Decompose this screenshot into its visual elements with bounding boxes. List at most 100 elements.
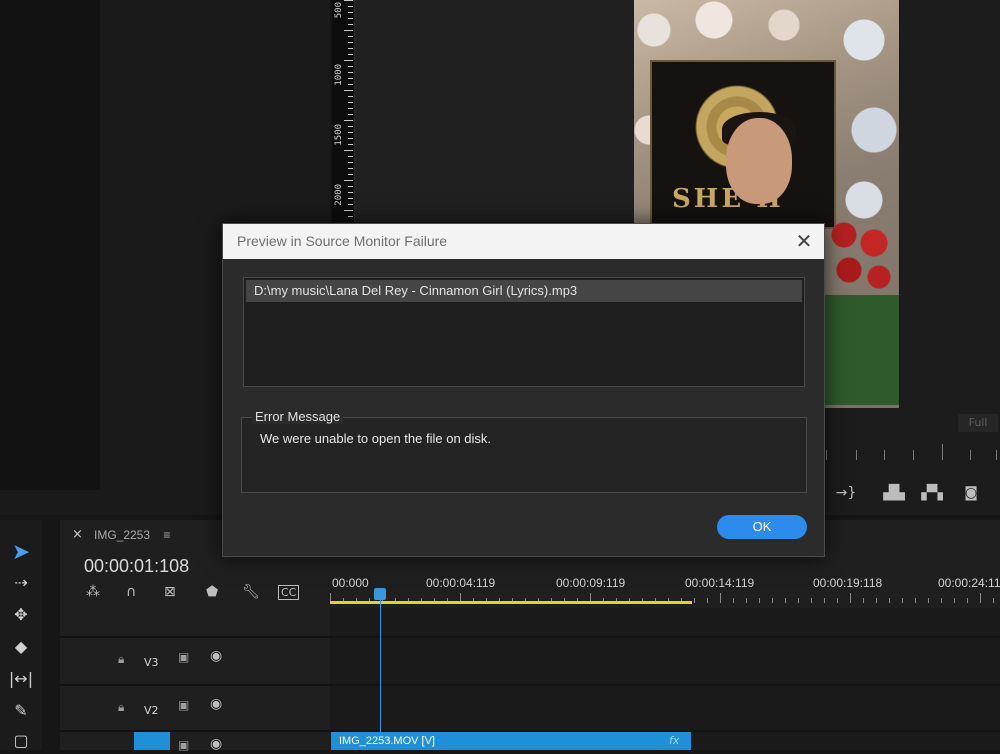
program-tick [856, 450, 857, 460]
timeline-tick [798, 598, 799, 603]
ruler-tick [344, 120, 353, 121]
ruler-time: 00:00:09:119 [556, 576, 626, 590]
ruler-label-1500: 1500 [334, 124, 344, 146]
lift-icon[interactable]: ▟▙ [883, 483, 905, 503]
ruler-tick [344, 180, 353, 181]
sequence-tab[interactable]: IMG_2253 ≡ [94, 528, 170, 542]
timeline-tick [889, 598, 890, 603]
snap-magnet-icon[interactable]: ∩ [126, 584, 136, 600]
track-target-v1[interactable] [134, 732, 170, 750]
ruler-tick [348, 126, 353, 127]
error-text: We were unable to open the file on disk. [260, 431, 492, 446]
ruler-tick [344, 90, 353, 91]
close-sequence-icon[interactable]: × [72, 527, 83, 542]
ruler-tick [348, 216, 353, 217]
timeline-tick [811, 598, 812, 603]
program-tick [996, 450, 997, 460]
lock-icon[interactable]: 🔒︎ [118, 652, 124, 667]
ruler-time: 00:000 [332, 576, 369, 590]
program-tick [942, 444, 943, 460]
error-heading: Error Message [252, 409, 344, 424]
timeline-tick [694, 598, 695, 603]
timeline-tick [759, 598, 760, 603]
ruler-tick [348, 132, 353, 133]
ruler-tick [348, 144, 353, 145]
sync-lock-icon[interactable]: ▣ [178, 650, 189, 664]
playhead-line[interactable] [380, 600, 381, 750]
failed-file-list[interactable]: D:\my music\Lana Del Rey - Cinnamon Girl… [243, 277, 805, 387]
playhead-timecode[interactable]: 00:00:01:108 [84, 556, 189, 577]
ruler-tick [348, 6, 353, 7]
ruler-tick [348, 84, 353, 85]
selection-arrow-icon[interactable]: ➤ [7, 540, 35, 566]
ruler-tick [348, 66, 353, 67]
dialog-titlebar[interactable]: Preview in Source Monitor Failure ✕ [223, 224, 824, 259]
ruler-label-2000: 2000 [334, 184, 344, 206]
list-item[interactable]: D:\my music\Lana Del Rey - Cinnamon Girl… [246, 280, 802, 302]
work-area-bar[interactable] [330, 601, 692, 604]
ruler-time: 00:00:14:119 [685, 576, 755, 590]
timeline-tick [980, 593, 981, 603]
ruler-tick [344, 210, 353, 211]
tools-panel: ➤ ⇢ ✥ ◆ |↔| ✎ ▢ [0, 520, 42, 750]
ruler-label-500: 500 [334, 2, 344, 19]
zoom-level-dropdown[interactable]: Full [958, 414, 998, 432]
timeline-tick [785, 598, 786, 603]
ruler-tick [348, 204, 353, 205]
ruler-tick [348, 18, 353, 19]
timeline-tick [850, 593, 851, 603]
razor-icon[interactable]: ◆ [7, 634, 35, 660]
nest-icon[interactable]: ⁂ [86, 584, 100, 600]
vertical-ruler: 500 1000 1500 2000 [332, 0, 355, 222]
add-marker-icon[interactable]: ⬟ [206, 584, 218, 600]
fx-badge-icon[interactable]: fx [669, 734, 679, 747]
sync-lock-icon[interactable]: ▣ [178, 698, 189, 712]
track-area[interactable] [330, 608, 1000, 750]
video-clip[interactable]: IMG_2253.MOV [V] fx [331, 732, 691, 750]
error-dialog: Preview in Source Monitor Failure ✕ D:\m… [222, 223, 825, 557]
track-name: V3 [144, 656, 159, 669]
ruler-tick [348, 78, 353, 79]
timeline-tick [993, 598, 994, 603]
eye-icon[interactable]: ◉ [210, 696, 222, 712]
close-icon[interactable]: ✕ [791, 228, 817, 254]
pen-icon[interactable]: ✎ [7, 698, 35, 724]
timeline-tick [954, 598, 955, 603]
error-message-group: Error Message We were unable to open the… [241, 409, 807, 493]
camera-icon[interactable]: ◙ [960, 483, 982, 503]
track-header-v3: 🔒︎ V3 ▣ ◉ [60, 638, 330, 684]
linked-selection-icon[interactable]: ⊠ [164, 584, 176, 600]
ok-button[interactable]: OK [717, 515, 807, 539]
rectangle-icon[interactable]: ▢ [7, 728, 35, 754]
ruler-tick [348, 96, 353, 97]
eye-icon[interactable]: ◉ [210, 648, 222, 664]
project-panel-strip [0, 0, 100, 490]
extract-icon[interactable]: ▞▚ [921, 483, 943, 503]
timeline-tick [707, 598, 708, 603]
ruler-time: 00:00:04:119 [426, 576, 496, 590]
time-ruler[interactable]: 00:000 00:00:04:119 00:00:09:119 00:00:1… [330, 576, 1000, 606]
insert-icon[interactable]: →} [835, 483, 857, 503]
wrench-icon[interactable]: 🔧︎ [242, 584, 260, 600]
ruler-tick [348, 72, 353, 73]
timeline-tick [720, 593, 721, 603]
ruler-time: 00:00:24:11 [938, 576, 1000, 590]
ruler-tick [348, 192, 353, 193]
timeline-tick [746, 598, 747, 603]
timeline-tick [824, 598, 825, 603]
program-tick [884, 450, 885, 460]
file-path: D:\my music\Lana Del Rey - Cinnamon Girl… [254, 283, 578, 298]
timeline-tick [941, 598, 942, 603]
slip-icon[interactable]: |↔| [7, 666, 35, 692]
program-tick [826, 450, 827, 460]
ruler-tick [348, 114, 353, 115]
playhead-handle[interactable] [374, 588, 386, 600]
timeline-tick [772, 598, 773, 603]
panel-menu-icon[interactable]: ≡ [163, 528, 170, 542]
track-select-forward-icon[interactable]: ⇢ [7, 570, 35, 596]
clip-label: IMG_2253.MOV [V] [339, 735, 435, 747]
ripple-edit-icon[interactable]: ✥ [7, 602, 35, 628]
lock-icon[interactable]: 🔒︎ [118, 700, 124, 715]
program-tick [970, 450, 971, 460]
captions-icon[interactable]: CC [278, 585, 300, 600]
